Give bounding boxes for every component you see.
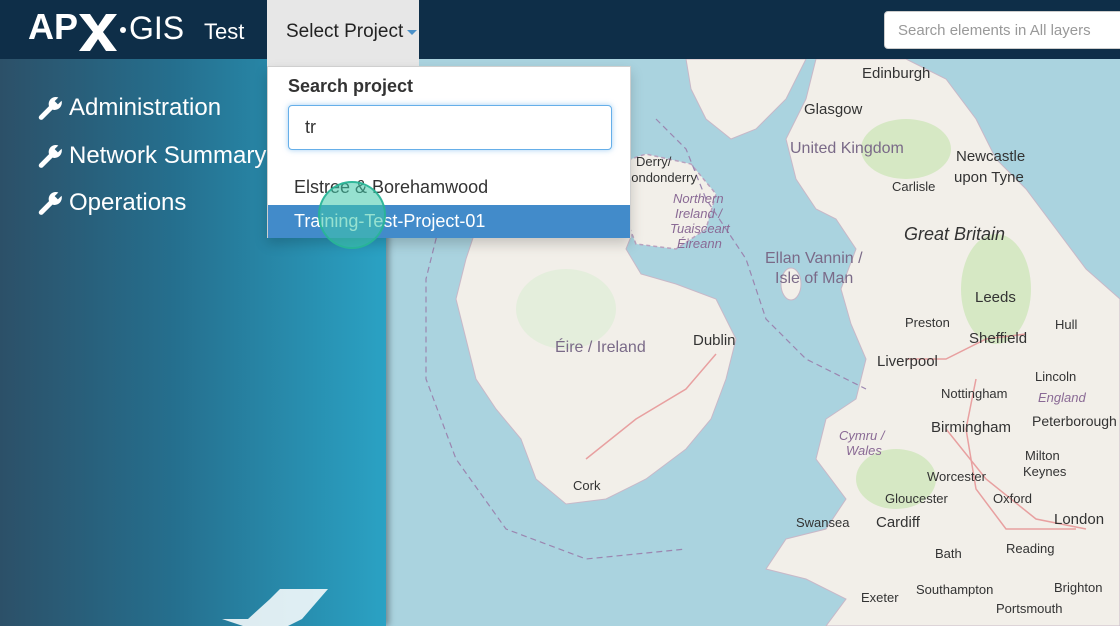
sidebar-item-label: Network Summary [69, 142, 267, 169]
map-label-upon-tyne: upon Tyne [954, 169, 1024, 186]
map-label-bath: Bath [935, 546, 962, 561]
map-label-liverpool: Liverpool [877, 353, 938, 370]
sidebar-item-operations[interactable]: Operations [37, 189, 186, 217]
map-label-carlisle: Carlisle [892, 179, 936, 194]
map-label-hull: Hull [1055, 317, 1078, 332]
map-label-birmingham: Birmingham [931, 419, 1012, 436]
environment-label: Test [204, 19, 245, 44]
map-label-dublin: Dublin [693, 332, 736, 349]
sidebar-item-label: Administration [69, 94, 222, 121]
project-result-item-active[interactable]: Training-Test-Project-01 [268, 205, 630, 238]
map-label-peterborough: Peterborough [1032, 413, 1117, 429]
map-label-exeter: Exeter [861, 590, 899, 605]
project-result-item[interactable]: Elstree & Borehamwood [268, 171, 630, 204]
layer-search-input[interactable] [884, 11, 1120, 49]
map-label-wales: Wales [846, 443, 882, 458]
sidebar-logo-mark [222, 589, 328, 626]
map-label-southampton: Southampton [916, 582, 994, 597]
svg-text:AP: AP [28, 6, 78, 47]
map-label-cork: Cork [573, 478, 601, 493]
svg-text:GIS: GIS [129, 10, 184, 46]
map-label-cymru: Cymru / [839, 428, 885, 443]
map-label-nottingham: Nottingham [941, 386, 1008, 401]
map-label-edinburgh: Edinburgh [862, 65, 931, 82]
apx-gis-logo[interactable]: AP GIS [28, 4, 184, 54]
map-label-preston: Preston [905, 315, 950, 330]
map-label-gloucester: Gloucester [885, 491, 948, 506]
map-label-cardiff: Cardiff [876, 514, 920, 531]
map-label-derry: Derry/ [636, 154, 672, 169]
map-label-worcester: Worcester [927, 469, 986, 484]
select-project-label: Select Project [286, 21, 404, 42]
wrench-icon [38, 144, 62, 168]
wrench-icon [38, 191, 62, 215]
map-label-isle-of-man: Isle of Man [775, 270, 854, 287]
sidebar-item-label: Operations [69, 189, 187, 216]
top-navbar: AP GIS Test [0, 0, 1120, 59]
map-label-eire-ireland: Éire / Ireland [555, 339, 646, 356]
map-label-keynes: Keynes [1023, 464, 1067, 479]
map-label-glasgow: Glasgow [804, 101, 863, 118]
map-label-portsmouth: Portsmouth [996, 601, 1063, 616]
map-label-reading: Reading [1006, 541, 1055, 556]
map-label-sheffield: Sheffield [969, 330, 1028, 347]
map-label-united-kingdom: United Kingdom [790, 140, 904, 157]
caret-down-icon [407, 30, 417, 35]
map-label-london: London [1054, 511, 1105, 528]
map-label-ireland-slash: Ireland / [675, 206, 722, 221]
map-label-tuaisceart: Tuaisceart [670, 221, 730, 236]
project-search-dropdown: Search project Elstree & Borehamwood Tra… [267, 66, 631, 238]
dropdown-heading: Search project [288, 76, 414, 96]
wrench-icon [38, 96, 62, 120]
map-label-northern: Northern [673, 191, 724, 206]
select-project-dropdown-toggle[interactable]: Select Project [267, 0, 419, 66]
map-label-newcastle: Newcastle [956, 148, 1026, 165]
map-label-swansea: Swansea [796, 515, 850, 530]
sidebar-item-network-summary[interactable]: Network Summary [37, 142, 266, 170]
map-label-londonderry: Londonderry [624, 170, 697, 185]
map-label-leeds: Leeds [975, 289, 1016, 306]
sidebar-item-administration[interactable]: Administration [37, 94, 221, 122]
map-label-england: England [1038, 390, 1086, 405]
project-search-input[interactable] [288, 105, 612, 150]
map-label-lincoln: Lincoln [1035, 369, 1077, 384]
map-label-brighton: Brighton [1054, 580, 1103, 595]
map-label-milton: Milton [1025, 448, 1060, 463]
map-label-great-britain: Great Britain [904, 224, 1006, 244]
map-label-ellan-vannin: Ellan Vannin / [765, 250, 863, 267]
map-label-eireann: Éireann [677, 236, 722, 251]
map-label-oxford: Oxford [993, 491, 1033, 506]
